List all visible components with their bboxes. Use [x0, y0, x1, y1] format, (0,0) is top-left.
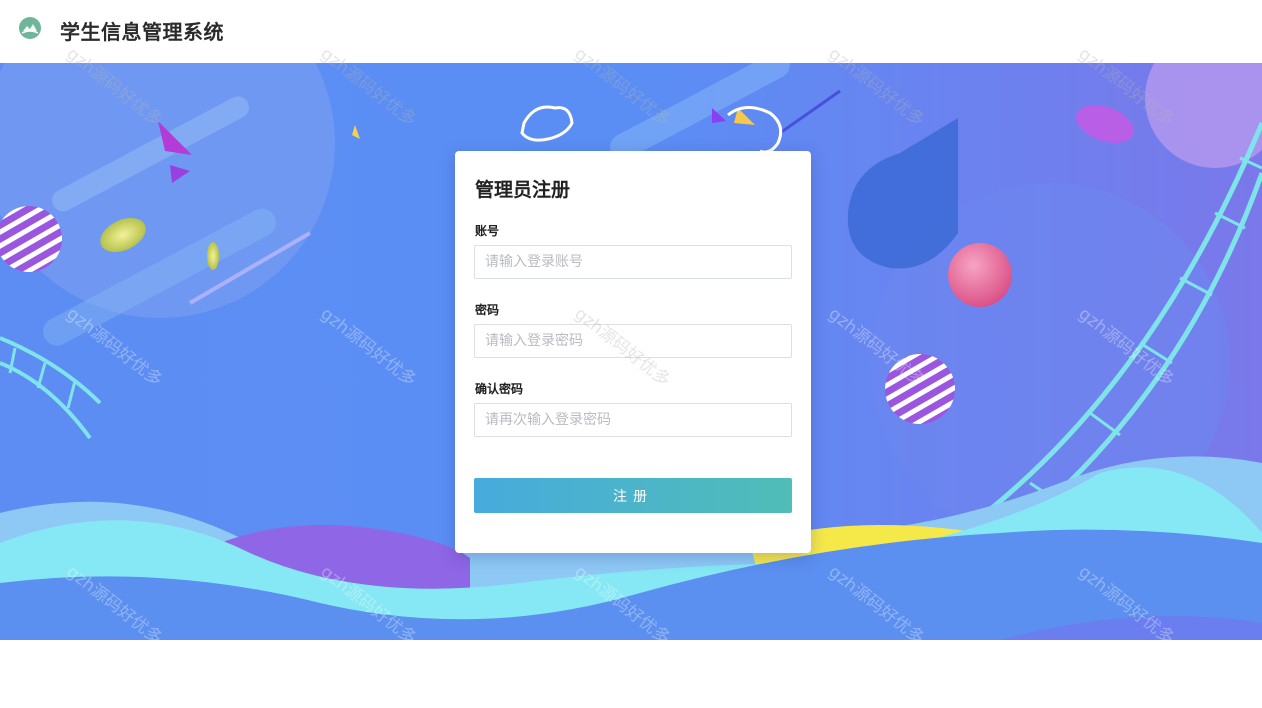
password-label: 密码 — [475, 303, 500, 317]
confirm-password-label: 确认密码 — [475, 382, 524, 396]
register-button[interactable]: 注册 — [474, 478, 792, 513]
register-title: 管理员注册 — [475, 179, 571, 201]
mountain-logo-icon — [19, 17, 41, 39]
app-title: 学生信息管理系统 — [60, 20, 224, 44]
account-input[interactable] — [474, 245, 792, 279]
app-header: 学生信息管理系统 — [0, 0, 1262, 63]
password-input[interactable] — [474, 324, 792, 358]
account-label: 账号 — [475, 224, 500, 238]
confirm-password-input[interactable] — [474, 403, 792, 437]
register-card: 管理员注册 账号 密码 确认密码 注册 — [455, 151, 811, 553]
